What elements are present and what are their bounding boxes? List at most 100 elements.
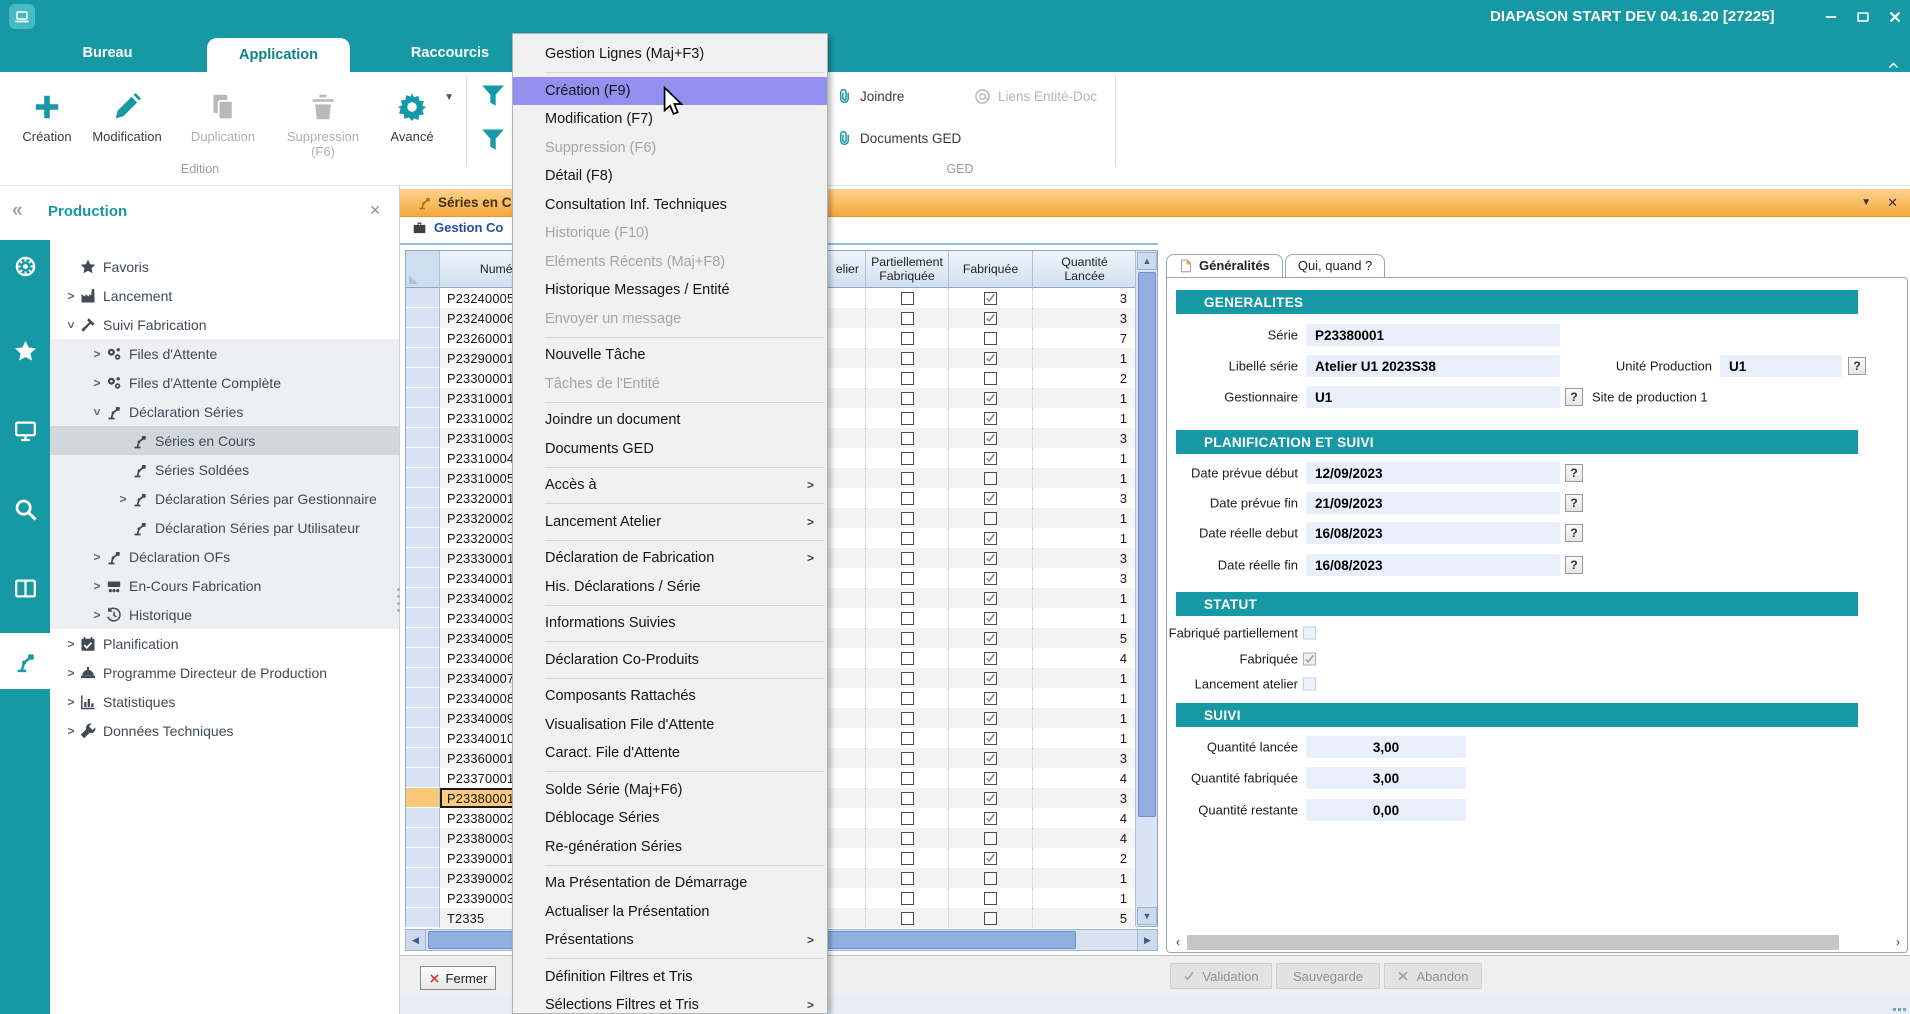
- chevron-right-icon[interactable]: >: [62, 724, 80, 738]
- row-header-cell[interactable]: [406, 448, 440, 468]
- sidebar-item-en-cours-fabrication[interactable]: >En-Cours Fabrication: [50, 571, 399, 600]
- documents-ged-button[interactable]: Documents GED: [836, 130, 961, 147]
- checkbox[interactable]: [901, 852, 914, 865]
- fabrique-partiellement-checkbox[interactable]: [1303, 627, 1316, 640]
- joindre-button[interactable]: Joindre: [836, 88, 904, 105]
- checkbox[interactable]: [901, 612, 914, 625]
- date-prevue-fin-field[interactable]: 21/09/2023: [1306, 492, 1560, 514]
- sidebar-collapse-icon[interactable]: «: [12, 200, 23, 222]
- checkbox[interactable]: [984, 652, 997, 665]
- chevron-right-icon[interactable]: >: [62, 666, 80, 680]
- sidebar-item-declaration-series-par-gestionnaire[interactable]: >Déclaration Séries par Gestionnaire: [50, 484, 399, 513]
- checkbox[interactable]: [984, 852, 997, 865]
- row-header-cell[interactable]: [406, 528, 440, 548]
- checkbox[interactable]: [984, 712, 997, 725]
- tab-generalites[interactable]: Généralités: [1166, 254, 1283, 277]
- libelle-serie-field[interactable]: Atelier U1 2023S38: [1306, 355, 1560, 377]
- sidebar-item-lancement[interactable]: >Lancement: [50, 281, 399, 310]
- checkbox[interactable]: [901, 592, 914, 605]
- module-columns-icon[interactable]: [0, 565, 50, 611]
- checkbox[interactable]: [901, 512, 914, 525]
- menu-item-composants-rattaches[interactable]: Composants Rattachés: [513, 682, 827, 711]
- checkbox[interactable]: [984, 452, 997, 465]
- checkbox[interactable]: [984, 592, 997, 605]
- sidebar-item-favoris[interactable]: Favoris: [50, 252, 399, 281]
- sidebar-item-files-d-attente-complete[interactable]: >Files d'Attente Complète: [50, 368, 399, 397]
- menu-item-declaration-de-fabrication[interactable]: Déclaration de Fabrication>: [513, 544, 827, 573]
- row-header-cell[interactable]: [406, 548, 440, 568]
- select-all-triangle-icon[interactable]: [409, 275, 418, 284]
- filter-funnel-icon[interactable]: [481, 84, 505, 113]
- scroll-left-button[interactable]: ◀: [406, 930, 426, 950]
- menu-item-actualiser-la-presentation[interactable]: Actualiser la Présentation: [513, 898, 827, 927]
- scroll-right-button[interactable]: ›: [1891, 935, 1905, 949]
- resize-grip[interactable]: [1893, 1008, 1906, 1011]
- creation-button[interactable]: Création: [16, 78, 78, 145]
- menu-item-re-generation-series[interactable]: Re-génération Séries: [513, 833, 827, 862]
- sidebar-item-programme-directeur-de-production[interactable]: >Programme Directeur de Production: [50, 658, 399, 687]
- checkbox[interactable]: [901, 552, 914, 565]
- sidebar-item-declaration-ofs[interactable]: >Déclaration OFs: [50, 542, 399, 571]
- tab-application[interactable]: Application: [207, 38, 350, 72]
- checkbox[interactable]: [984, 872, 997, 885]
- chevron-right-icon[interactable]: >: [88, 579, 106, 593]
- row-header-cell[interactable]: [406, 728, 440, 748]
- checkbox[interactable]: [984, 792, 997, 805]
- menu-item-ma-presentation-de-demarrage[interactable]: Ma Présentation de Démarrage: [513, 869, 827, 898]
- checkbox[interactable]: [984, 812, 997, 825]
- scroll-up-button[interactable]: ▲: [1137, 252, 1157, 270]
- sidebar-item-planification[interactable]: >Planification: [50, 629, 399, 658]
- checkbox[interactable]: [984, 412, 997, 425]
- chevron-right-icon[interactable]: >: [88, 376, 106, 390]
- checkbox[interactable]: [901, 792, 914, 805]
- module-wheel-icon[interactable]: [0, 243, 50, 289]
- fermer-button[interactable]: Fermer: [420, 966, 496, 990]
- checkbox[interactable]: [901, 672, 914, 685]
- checkbox[interactable]: [901, 392, 914, 405]
- row-header-cell[interactable]: [406, 288, 440, 308]
- checkbox[interactable]: [984, 732, 997, 745]
- checkbox[interactable]: [901, 332, 914, 345]
- menu-item-acces-a[interactable]: Accès à>: [513, 471, 827, 500]
- menu-item-joindre-un-document[interactable]: Joindre un document: [513, 406, 827, 435]
- module-search-icon[interactable]: [0, 486, 50, 532]
- checkbox[interactable]: [901, 312, 914, 325]
- chevron-right-icon[interactable]: >: [62, 695, 80, 709]
- row-header-cell[interactable]: [406, 668, 440, 688]
- column-header-fab[interactable]: Fabriquée: [949, 251, 1033, 288]
- sidebar-item-donnees-techniques[interactable]: >Données Techniques: [50, 716, 399, 745]
- lancement-atelier-checkbox[interactable]: [1303, 678, 1316, 691]
- menu-item-detail-f8[interactable]: Détail (F8): [513, 162, 827, 191]
- checkbox[interactable]: [901, 812, 914, 825]
- menu-item-declaration-co-produits[interactable]: Déclaration Co-Produits: [513, 646, 827, 675]
- app-icon[interactable]: [9, 4, 35, 29]
- serie-field[interactable]: P23380001: [1306, 324, 1560, 346]
- scroll-right-button[interactable]: ▶: [1137, 930, 1157, 950]
- help-button[interactable]: ?: [1565, 464, 1583, 482]
- panel-horizontal-scrollbar[interactable]: ‹ ›: [1171, 932, 1905, 952]
- checkbox[interactable]: [901, 492, 914, 505]
- checkbox[interactable]: [984, 672, 997, 685]
- checkbox[interactable]: [984, 572, 997, 585]
- menu-item-definition-filtres-et-tris[interactable]: Définition Filtres et Tris: [513, 963, 827, 992]
- checkbox[interactable]: [984, 892, 997, 905]
- sidebar-item-series-soldees[interactable]: Séries Soldées: [50, 455, 399, 484]
- filter-funnel-icon[interactable]: [481, 128, 505, 157]
- row-header-cell[interactable]: [406, 768, 440, 788]
- checkbox[interactable]: [901, 452, 914, 465]
- date-reelle-fin-field[interactable]: 16/08/2023: [1306, 554, 1560, 576]
- module-monitor-icon[interactable]: [0, 407, 50, 453]
- checkbox[interactable]: [984, 632, 997, 645]
- row-header-cell[interactable]: [406, 368, 440, 388]
- scrollbar-thumb[interactable]: [1138, 272, 1156, 817]
- menu-item-historique-messages-entite[interactable]: Historique Messages / Entité: [513, 276, 827, 305]
- module-robot-icon[interactable]: [0, 633, 50, 689]
- column-header-rowhead[interactable]: [406, 251, 440, 288]
- checkbox[interactable]: [901, 912, 914, 925]
- chevron-right-icon[interactable]: >: [62, 289, 80, 303]
- menu-item-caract-file-d-attente[interactable]: Caract. File d'Attente: [513, 739, 827, 768]
- row-header-cell[interactable]: [406, 828, 440, 848]
- row-header-cell[interactable]: [406, 468, 440, 488]
- menu-item-informations-suivies[interactable]: Informations Suivies: [513, 609, 827, 638]
- row-header-cell[interactable]: [406, 408, 440, 428]
